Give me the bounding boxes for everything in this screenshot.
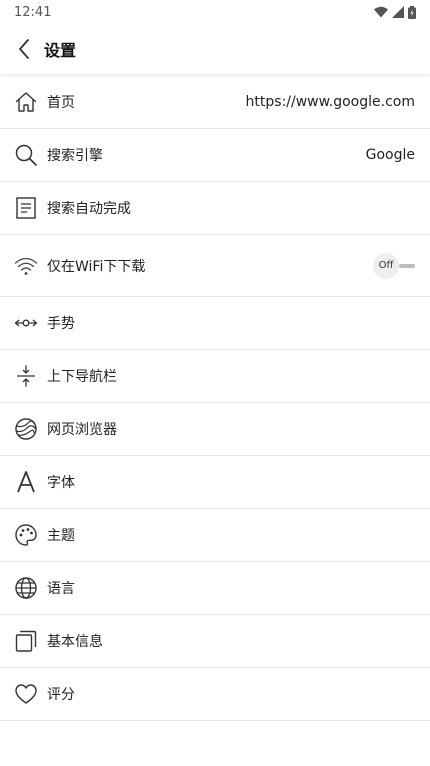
app-bar: 设置 xyxy=(0,24,430,74)
status-time: 12:41 xyxy=(14,4,52,20)
setting-label: 首页 xyxy=(47,95,75,111)
heart-icon xyxy=(14,682,38,706)
back-button[interactable] xyxy=(12,37,36,61)
status-bar: 12:41 xyxy=(0,0,430,24)
setting-label: 语言 xyxy=(47,581,75,597)
collapse-vertical-icon xyxy=(14,364,38,388)
search-engine-value: Google xyxy=(365,147,415,163)
setting-label: 基本信息 xyxy=(47,634,103,650)
page-title: 设置 xyxy=(44,41,77,60)
battery-icon xyxy=(408,5,416,19)
toggle-track xyxy=(399,263,415,268)
gesture-swipe-icon xyxy=(14,311,38,335)
setting-font[interactable]: 字体 xyxy=(0,456,430,509)
home-icon xyxy=(14,90,38,114)
setting-wifi-only-download[interactable]: 仅在WiFi下下载 Off xyxy=(0,235,430,297)
palette-icon xyxy=(14,523,38,547)
globe-icon xyxy=(14,576,38,600)
setting-navigation-bars[interactable]: 上下导航栏 xyxy=(0,350,430,403)
setting-label: 字体 xyxy=(47,475,75,491)
setting-label: 网页浏览器 xyxy=(47,422,117,438)
setting-label: 评分 xyxy=(47,687,75,703)
setting-homepage[interactable]: 首页 https://www.google.com xyxy=(0,76,430,129)
setting-gestures[interactable]: 手势 xyxy=(0,297,430,350)
setting-search-engine[interactable]: 搜索引擎 Google xyxy=(0,129,430,182)
browser-globe-icon xyxy=(14,417,38,441)
wifi-icon xyxy=(14,254,38,278)
setting-web-browser[interactable]: 网页浏览器 xyxy=(0,403,430,456)
wifi-signal-icon xyxy=(374,6,388,18)
chevron-left-icon xyxy=(17,38,31,60)
setting-label: 搜索自动完成 xyxy=(47,201,131,217)
homepage-url-value: https://www.google.com xyxy=(245,94,415,110)
setting-search-autocomplete[interactable]: 搜索自动完成 xyxy=(0,182,430,235)
settings-list: 首页 https://www.google.com 搜索引擎 Google 搜索… xyxy=(0,76,430,721)
wifi-only-toggle[interactable]: Off xyxy=(373,252,415,279)
setting-label: 仅在WiFi下下载 xyxy=(47,258,146,275)
search-icon xyxy=(14,143,38,167)
document-lines-icon xyxy=(14,196,38,220)
status-icons xyxy=(374,5,416,19)
setting-label: 上下导航栏 xyxy=(47,369,117,385)
setting-label: 主题 xyxy=(47,528,75,544)
setting-label: 手势 xyxy=(47,316,75,332)
setting-language[interactable]: 语言 xyxy=(0,562,430,615)
setting-theme[interactable]: 主题 xyxy=(0,509,430,562)
setting-label: 搜索引擎 xyxy=(47,148,103,164)
font-letter-icon xyxy=(14,470,38,494)
setting-rating[interactable]: 评分 xyxy=(0,668,430,721)
copy-pages-icon xyxy=(14,629,38,653)
cell-signal-icon xyxy=(392,6,404,18)
setting-basic-info[interactable]: 基本信息 xyxy=(0,615,430,668)
toggle-knob: Off xyxy=(373,252,399,279)
